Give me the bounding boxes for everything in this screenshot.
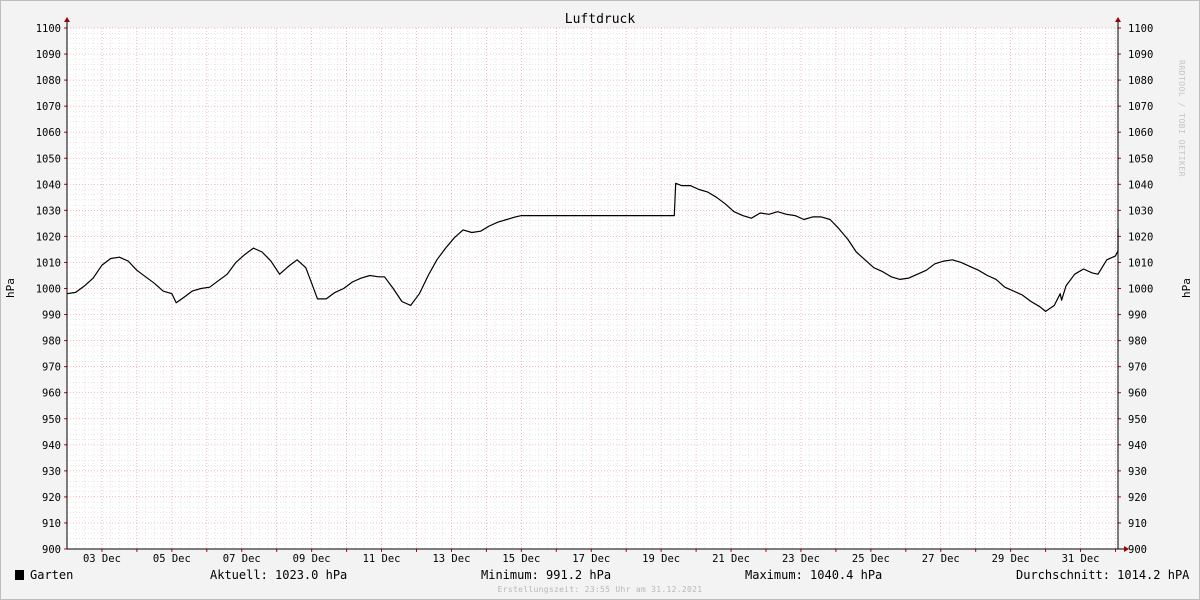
y-tick-label-right: 920	[1128, 492, 1147, 504]
x-tick-label: 15 Dec	[502, 553, 540, 565]
legend-maximum: Maximum: 1040.4 hPa	[745, 568, 883, 582]
y-tick-label-right: 1080	[1128, 75, 1153, 87]
y-tick-label-left: 1040	[36, 179, 61, 191]
y-tick-label-right: 1030	[1128, 205, 1153, 217]
y-tick-label-right: 950	[1128, 414, 1147, 426]
x-tick-label: 19 Dec	[642, 553, 680, 565]
y-tick-label-left: 1080	[36, 75, 61, 87]
legend-minimum: Minimum: 991.2 hPa	[481, 568, 612, 582]
x-tick-label: 31 Dec	[1062, 553, 1100, 565]
y-tick-label-right: 1000	[1128, 284, 1153, 296]
y-tick-label-right: 1100	[1128, 23, 1153, 35]
rrdtool-watermark: RRDTOOL / TOBI OETIKER	[1177, 60, 1186, 177]
y-tick-label-left: 940	[42, 440, 61, 452]
y-tick-label-right: 1020	[1128, 231, 1153, 243]
y-tick-label-right: 930	[1128, 466, 1147, 478]
y-tick-label-right: 980	[1128, 336, 1147, 348]
y-tick-label-right: 990	[1128, 310, 1147, 322]
y-tick-label-right: 1040	[1128, 179, 1153, 191]
x-tick-label: 03 Dec	[83, 553, 121, 565]
legend-swatch	[15, 570, 24, 580]
legend-series-name: Garten	[30, 568, 74, 582]
y-tick-label-right: 970	[1128, 362, 1147, 374]
x-tick-label: 07 Dec	[223, 553, 261, 565]
y-tick-label-left: 950	[42, 414, 61, 426]
x-tick-label: 13 Dec	[432, 553, 470, 565]
x-tick-label: 27 Dec	[922, 553, 960, 565]
x-tick-label: 21 Dec	[712, 553, 750, 565]
y-tick-label-left: 1070	[36, 101, 61, 113]
y-tick-label-left: 1020	[36, 231, 61, 243]
x-tick-label: 23 Dec	[782, 553, 820, 565]
y-tick-label-left: 930	[42, 466, 61, 478]
x-tick-label: 11 Dec	[363, 553, 401, 565]
y-tick-label-left: 1010	[36, 257, 61, 269]
y-tick-label-left: 910	[42, 518, 61, 530]
y-tick-label-left: 1000	[36, 284, 61, 296]
y-tick-label-left: 900	[42, 544, 61, 556]
chart: 900 900 910 910 920 920 930 930 940 940 950 950 960 9…	[4, 12, 1193, 565]
y-tick-label-right: 940	[1128, 440, 1147, 452]
y-tick-label-left: 1030	[36, 205, 61, 217]
y-tick-label-left: 990	[42, 310, 61, 322]
y-axis-label-right: hPa	[1180, 278, 1193, 298]
creation-timestamp: Erstellungszeit: 23:55 Uhr am 31.12.2021	[497, 585, 703, 594]
x-tick-label: 25 Dec	[852, 553, 890, 565]
y-axis-arrow-left	[64, 17, 70, 22]
y-tick-label-right: 1070	[1128, 101, 1153, 113]
y-tick-label-right: 1010	[1128, 257, 1153, 269]
y-tick-label-right: 910	[1128, 518, 1147, 530]
y-tick-label-left: 960	[42, 388, 61, 400]
y-axis-arrow-right	[1115, 17, 1121, 22]
legend-average: Durchschnitt: 1014.2 hPA	[1016, 568, 1190, 582]
x-tick-label: 09 Dec	[293, 553, 331, 565]
y-tick-label-left: 1050	[36, 153, 61, 165]
legend-current: Aktuell: 1023.0 hPa	[210, 568, 348, 582]
y-tick-label-left: 1060	[36, 127, 61, 139]
y-tick-label-right: 1050	[1128, 153, 1153, 165]
x-tick-label: 05 Dec	[153, 553, 191, 565]
y-tick-label-left: 920	[42, 492, 61, 504]
x-tick-label: 17 Dec	[572, 553, 610, 565]
y-axis-label-left: hPa	[4, 278, 17, 298]
y-tick-label-left: 1090	[36, 49, 61, 61]
chart-title: Luftdruck	[565, 12, 636, 27]
x-tick-label: 29 Dec	[992, 553, 1030, 565]
y-tick-label-right: 1090	[1128, 49, 1153, 61]
y-tick-label-left: 980	[42, 336, 61, 348]
y-tick-label-left: 970	[42, 362, 61, 374]
y-tick-label-right: 1060	[1128, 127, 1153, 139]
y-tick-label-right: 900	[1128, 544, 1147, 556]
y-tick-label-left: 1100	[36, 23, 61, 35]
y-tick-label-right: 960	[1128, 388, 1147, 400]
